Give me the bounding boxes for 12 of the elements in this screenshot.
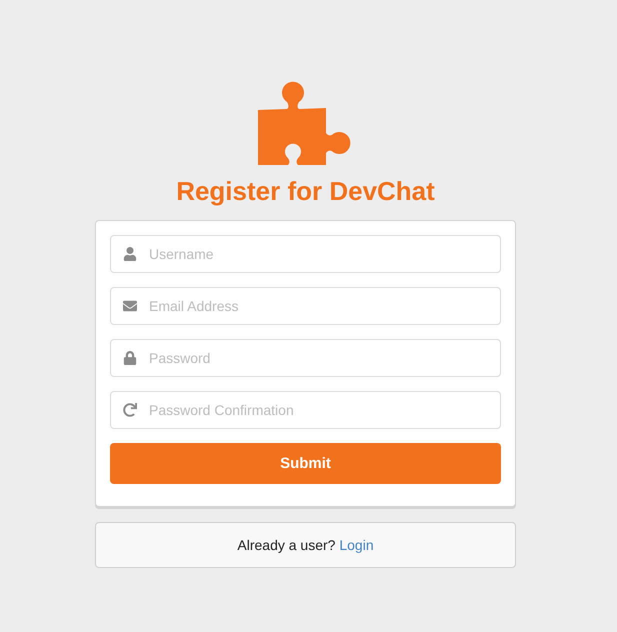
login-link[interactable]: Login (339, 537, 374, 553)
envelope-icon (123, 299, 137, 313)
user-icon (123, 247, 137, 261)
redo-arrow-icon (123, 403, 137, 417)
submit-button[interactable]: Submit (110, 443, 501, 484)
input-field[interactable]: Username (110, 235, 501, 273)
input-field[interactable]: Password (110, 339, 501, 377)
input-field[interactable]: Password Confirmation (110, 391, 501, 429)
lock-icon (123, 351, 137, 365)
login-prompt: Already a user? Login (237, 537, 374, 553)
input-field[interactable]: Email Address (110, 287, 501, 325)
page-title: Register for DevChat (176, 175, 435, 208)
